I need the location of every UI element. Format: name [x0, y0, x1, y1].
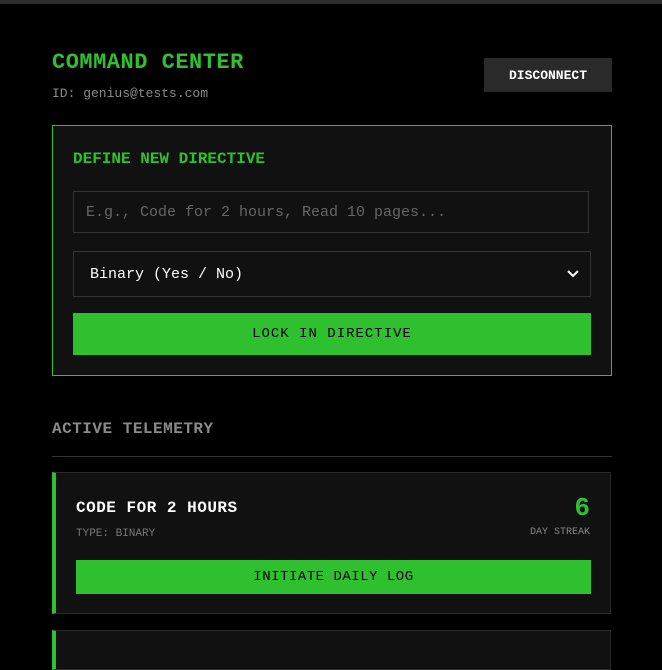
panel-title: DEFINE NEW DIRECTIVE: [73, 150, 266, 168]
divider: [52, 456, 612, 457]
streak-label: DAY STREAK: [529, 527, 590, 538]
directive-card: CODE FOR 2 HOURS TYPE: BINARY 6 DAY STRE…: [52, 472, 611, 614]
select-value: Binary (Yes / No): [90, 265, 244, 283]
directive-name: CODE FOR 2 HOURS: [76, 499, 238, 517]
define-directive-panel: DEFINE NEW DIRECTIVE Binary (Yes / No) L…: [52, 125, 612, 376]
lock-in-directive-button[interactable]: LOCK IN DIRECTIVE: [73, 313, 591, 355]
directive-type: TYPE: BINARY: [76, 528, 156, 540]
telemetry-title: ACTIVE TELEMETRY: [52, 420, 214, 438]
directive-type-select[interactable]: Binary (Yes / No): [73, 251, 591, 297]
disconnect-button[interactable]: DISCONNECT: [484, 58, 612, 92]
header: COMMAND CENTER ID: genius@tests.com DISC…: [52, 4, 612, 114]
directive-card: [52, 630, 611, 670]
directive-input[interactable]: [73, 191, 589, 233]
initiate-daily-log-button[interactable]: INITIATE DAILY LOG: [76, 560, 591, 594]
page-title: COMMAND CENTER: [52, 50, 244, 75]
streak-count: 6: [574, 493, 590, 523]
user-id: ID: genius@tests.com: [52, 86, 209, 101]
chevron-down-icon: [566, 267, 580, 281]
command-center-page: COMMAND CENTER ID: genius@tests.com DISC…: [52, 4, 612, 670]
